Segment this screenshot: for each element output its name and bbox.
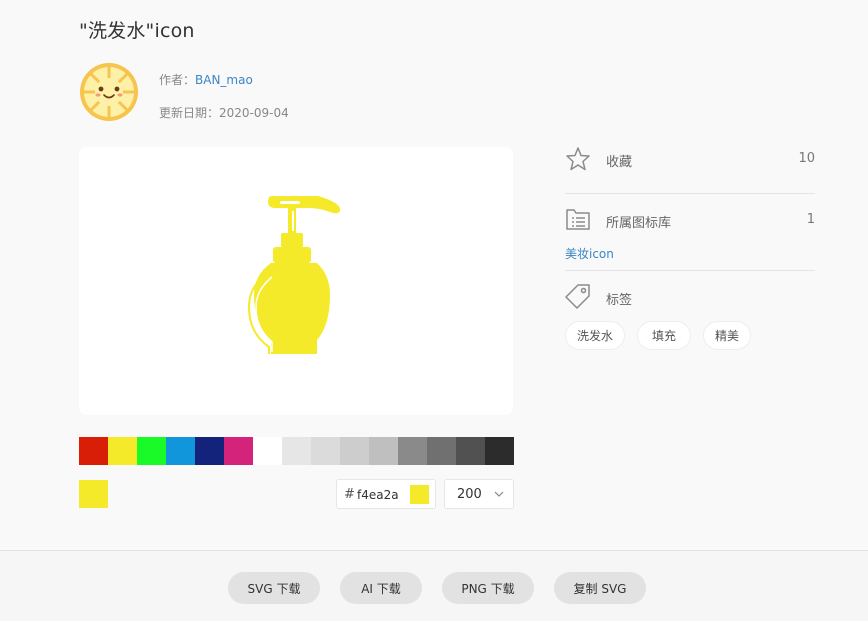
color-swatch[interactable]: [79, 437, 108, 465]
tag-chip[interactable]: 精美: [703, 321, 751, 350]
color-swatch[interactable]: [427, 437, 456, 465]
color-palette: [79, 437, 514, 465]
download-footer: SVG 下载 AI 下载 PNG 下载 复制 SVG: [0, 550, 868, 621]
color-swatch[interactable]: [195, 437, 224, 465]
color-swatch[interactable]: [311, 437, 340, 465]
divider: [565, 193, 815, 194]
tag-icon: [565, 284, 590, 309]
hex-color-input[interactable]: # f4ea2a: [336, 479, 436, 509]
author-line: 作者：BAN_mao: [159, 71, 253, 88]
png-download-button[interactable]: PNG 下载: [442, 572, 534, 604]
color-swatch[interactable]: [166, 437, 195, 465]
update-date: 2020-09-04: [219, 106, 289, 120]
hash-symbol: #: [344, 487, 355, 502]
color-swatch[interactable]: [224, 437, 253, 465]
author-label: 作者：: [159, 73, 196, 87]
library-row: 所属图标库 1: [565, 206, 815, 234]
divider: [565, 270, 815, 271]
copy-svg-button[interactable]: 复制 SVG: [554, 572, 646, 604]
library-label: 所属图标库: [606, 216, 672, 231]
color-swatch[interactable]: [485, 437, 514, 465]
author-avatar[interactable]: [79, 62, 139, 122]
color-swatch[interactable]: [253, 437, 282, 465]
ai-download-button[interactable]: AI 下载: [340, 572, 422, 604]
library-count: 1: [806, 212, 815, 227]
update-label: 更新日期：: [159, 106, 220, 120]
star-icon[interactable]: [565, 146, 591, 172]
color-swatch[interactable]: [282, 437, 311, 465]
current-color-swatch: [79, 480, 108, 508]
color-swatch[interactable]: [340, 437, 369, 465]
tags-label: 标签: [606, 293, 633, 308]
hex-value[interactable]: f4ea2a: [357, 488, 399, 502]
hex-color-chip[interactable]: [410, 485, 429, 504]
size-select[interactable]: 200: [444, 479, 514, 509]
library-link[interactable]: 美妆icon: [565, 245, 614, 262]
list-folder-icon: [566, 209, 590, 230]
color-swatch[interactable]: [456, 437, 485, 465]
page-title: "洗发水"icon: [79, 20, 195, 42]
color-swatch[interactable]: [137, 437, 166, 465]
shampoo-bottle-icon: [247, 196, 341, 354]
favorites-label: 收藏: [606, 155, 633, 170]
author-link[interactable]: BAN_mao: [195, 73, 253, 87]
favorites-row[interactable]: 收藏 10: [565, 146, 815, 174]
favorites-count: 10: [798, 151, 815, 166]
icon-preview: [79, 147, 513, 415]
update-date-line: 更新日期：2020-09-04: [159, 104, 289, 121]
color-swatch[interactable]: [108, 437, 137, 465]
tag-chip[interactable]: 填充: [637, 321, 691, 350]
svg-download-button[interactable]: SVG 下载: [228, 572, 320, 604]
chevron-down-icon: [494, 491, 504, 497]
tags-row: 标签: [565, 283, 815, 311]
color-swatch[interactable]: [369, 437, 398, 465]
color-swatch[interactable]: [398, 437, 427, 465]
tag-chip[interactable]: 洗发水: [565, 321, 625, 350]
size-value: 200: [457, 487, 482, 502]
